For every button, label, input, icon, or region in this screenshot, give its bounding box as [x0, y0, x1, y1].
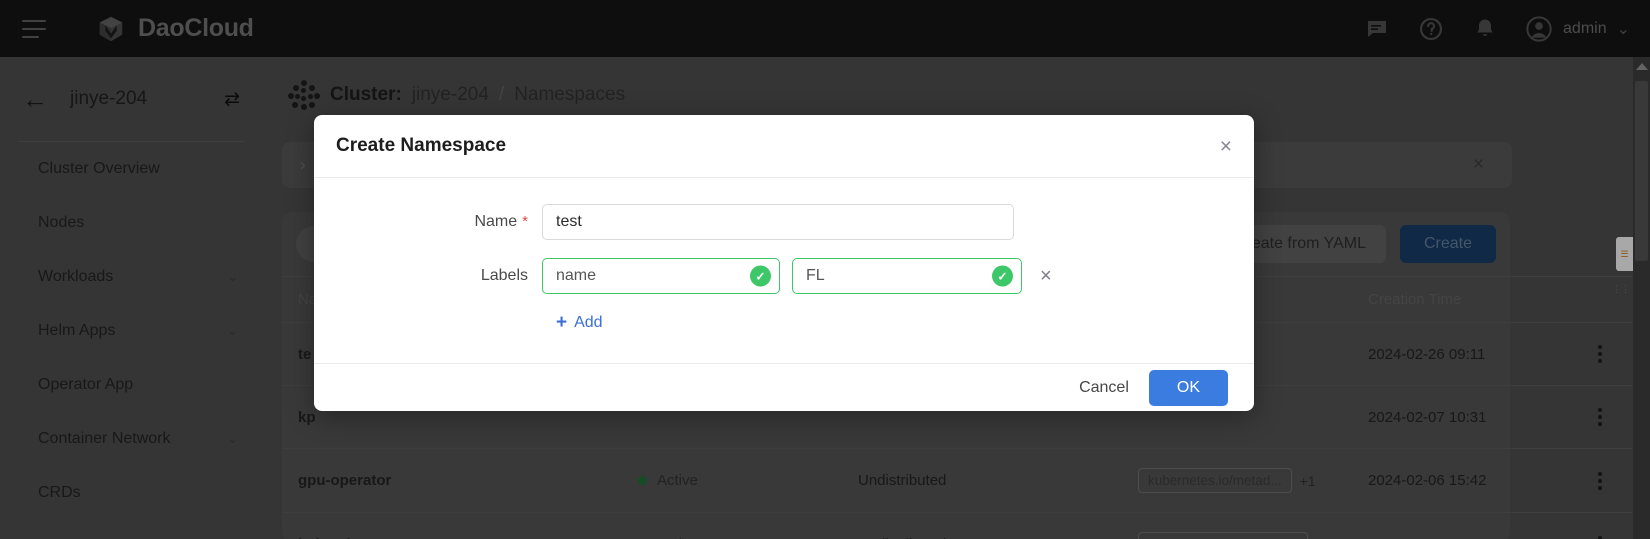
close-icon[interactable]: × — [1220, 136, 1232, 157]
add-label-text: Add — [574, 314, 603, 331]
labels-field-row: Labels ✓ ✓ × — [314, 258, 1254, 294]
label-value-input[interactable] — [792, 258, 1022, 294]
add-label-button[interactable]: + Add — [556, 312, 603, 334]
ok-button[interactable]: OK — [1148, 369, 1228, 406]
name-field-row: Name * — [314, 204, 1254, 240]
dialog-footer: Cancel OK — [314, 363, 1254, 411]
label-key-wrap: ✓ — [542, 258, 780, 294]
required-asterisk: * — [522, 213, 528, 230]
create-namespace-dialog: Create Namespace × Name* Labels ✓ ✓ × — [314, 115, 1254, 411]
remove-label-icon[interactable]: × — [1040, 266, 1052, 286]
label-value-wrap: ✓ — [792, 258, 1022, 294]
cancel-button[interactable]: Cancel — [1079, 379, 1129, 397]
name-label: Name * — [474, 213, 528, 230]
dialog-header: Create Namespace × — [314, 115, 1254, 177]
label-key-input[interactable] — [542, 258, 780, 294]
labels-label: Labels — [480, 267, 528, 284]
valid-check-icon: ✓ — [992, 265, 1013, 287]
valid-check-icon: ✓ — [750, 265, 771, 287]
plus-icon: + — [556, 312, 568, 333]
dialog-title: Create Namespace — [336, 135, 507, 156]
add-label-row: + Add — [314, 312, 1254, 334]
name-input[interactable] — [542, 204, 1014, 240]
dialog-body: Name* Labels ✓ ✓ × + Add — [314, 177, 1254, 363]
